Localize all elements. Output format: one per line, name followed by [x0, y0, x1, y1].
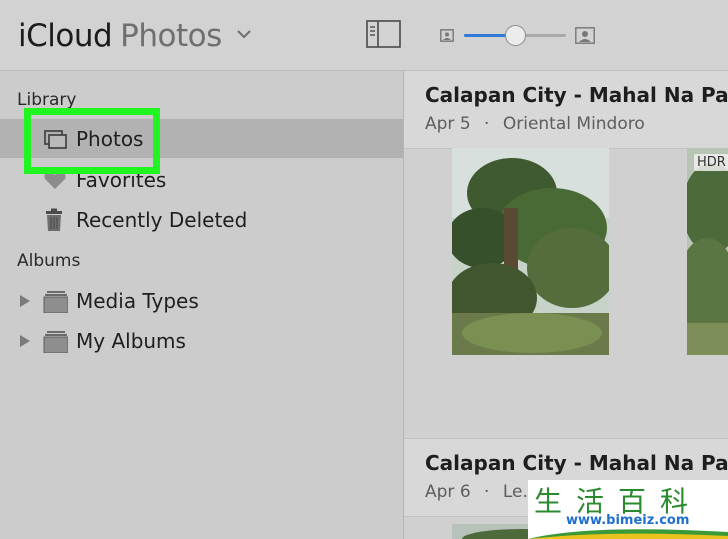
library-heading: Library	[17, 90, 77, 110]
sidebar-item-label: Photos	[76, 127, 144, 151]
chevron-down-icon[interactable]	[236, 28, 252, 40]
moment-header: Calapan City - Mahal Na Pan Apr 5 · Orie…	[404, 71, 728, 149]
moment-title[interactable]: Calapan City - Mahal Na Pan	[425, 83, 728, 107]
sidebar-item-recently-deleted[interactable]: Recently Deleted	[0, 200, 403, 239]
zoom-small-icon[interactable]	[440, 29, 454, 42]
moment-date: Apr 5	[425, 114, 471, 134]
watermark: 生活百科 www.bimeiz.com	[528, 480, 728, 539]
disclosure-triangle-icon[interactable]	[19, 294, 31, 308]
albums-heading: Albums	[17, 251, 81, 271]
moment-subtitle: Apr 5 · Oriental Mindoro	[425, 114, 645, 134]
moment-date: Apr 6	[425, 482, 471, 502]
watermark-swoosh	[528, 529, 728, 539]
album-stack-icon	[43, 291, 68, 313]
album-stack-icon	[43, 331, 68, 353]
sidebar-item-photos[interactable]: Photos	[0, 119, 403, 158]
hdr-badge: HDR	[694, 154, 728, 171]
sidebar-item-media-types[interactable]: Media Types	[0, 281, 403, 320]
sidebar: Library Photos Favorites Recently Delete…	[0, 71, 404, 539]
sidebar-item-label: Recently Deleted	[76, 208, 248, 232]
zoom-slider-thumb[interactable]	[505, 25, 526, 46]
photo-thumbnail[interactable]	[687, 148, 728, 355]
app-title-menu[interactable]: iCloud Photos	[18, 14, 251, 58]
photo-timeline[interactable]: Calapan City - Mahal Na Pan Apr 5 · Orie…	[404, 71, 728, 539]
trash-icon	[46, 208, 62, 231]
zoom-large-icon[interactable]	[575, 27, 595, 44]
heart-icon	[44, 171, 66, 189]
sidebar-toggle-icon[interactable]	[366, 20, 401, 48]
sidebar-item-favorites[interactable]: Favorites	[0, 160, 403, 199]
brand-name: iCloud	[18, 18, 113, 54]
sidebar-item-label: Media Types	[76, 289, 199, 313]
photo-thumbnail[interactable]	[452, 148, 609, 355]
sidebar-item-label: Favorites	[76, 168, 167, 192]
moment-subtitle: Apr 6 · Le...	[425, 482, 539, 502]
toolbar: iCloud Photos	[0, 0, 728, 71]
moment-title[interactable]: Calapan City - Mahal Na Pan	[425, 451, 728, 475]
disclosure-triangle-icon[interactable]	[19, 334, 31, 348]
moment-location[interactable]: Oriental Mindoro	[503, 114, 645, 134]
sidebar-item-my-albums[interactable]: My Albums	[0, 321, 403, 360]
photos-stack-icon	[44, 130, 67, 149]
section-name: Photos	[120, 18, 222, 54]
sidebar-item-label: My Albums	[76, 329, 186, 353]
